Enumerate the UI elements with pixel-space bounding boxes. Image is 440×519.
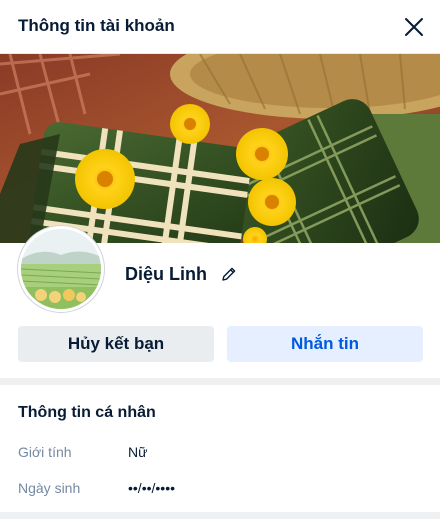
birthday-label: Ngày sinh xyxy=(18,480,81,496)
edit-name-button[interactable] xyxy=(219,264,239,284)
close-icon xyxy=(405,18,423,36)
cover-image xyxy=(0,54,440,243)
avatar[interactable] xyxy=(18,226,104,312)
birthday-value: ••/••/•••• xyxy=(128,480,175,496)
message-button[interactable]: Nhắn tin xyxy=(227,326,423,362)
avatar-image xyxy=(21,229,101,309)
dialog-title: Thông tin tài khoản xyxy=(18,16,175,35)
section-divider xyxy=(0,378,440,385)
pencil-icon xyxy=(222,267,236,281)
gender-value: Nữ xyxy=(128,444,148,460)
account-info-dialog: Thông tin tài khoản Diệu Linh Hủy kết bạ… xyxy=(0,0,440,519)
cover-photo[interactable] xyxy=(0,54,440,243)
close-button[interactable] xyxy=(400,13,428,41)
gender-label: Giới tính xyxy=(18,444,72,460)
unfriend-button[interactable]: Hủy kết bạn xyxy=(18,326,214,362)
personal-info-title: Thông tin cá nhân xyxy=(18,404,156,421)
dialog-header: Thông tin tài khoản xyxy=(0,0,440,54)
bottom-divider xyxy=(0,512,440,519)
profile-name: Diệu Linh xyxy=(125,264,207,284)
